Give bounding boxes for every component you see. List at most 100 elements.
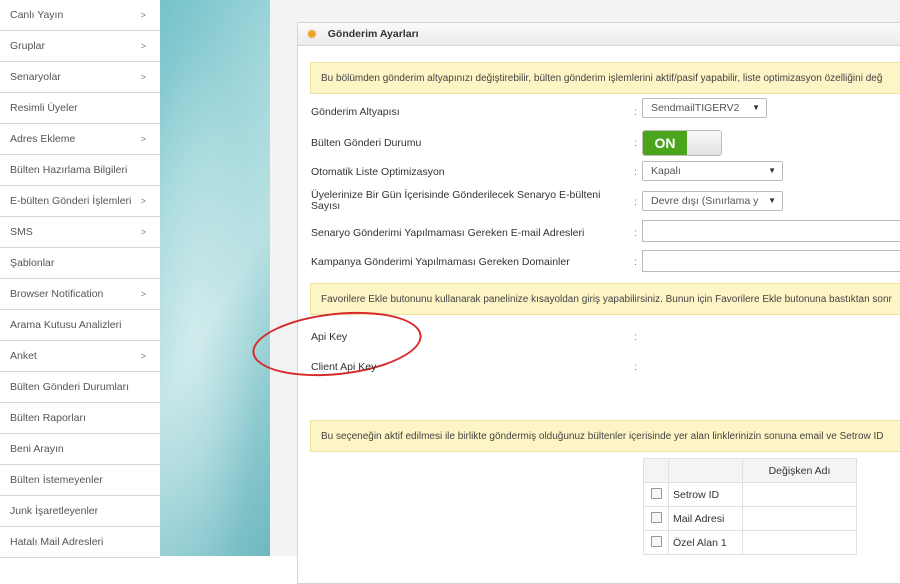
sidebar-item[interactable]: E-bülten Gönderi İşlemleri > (0, 186, 160, 217)
info-note-sending: Bu bölümden gönderim altyapınızı değişti… (310, 62, 900, 94)
senaryo-select[interactable]: Devre dışı (Sınırlama y ▼ (642, 191, 783, 211)
row-label: Mail Adresi (668, 506, 743, 531)
row-checkbox[interactable] (643, 482, 669, 507)
altyapi-label: Gönderim Altyapısı (311, 106, 400, 118)
client-api-key-label: Client Api Key (311, 361, 377, 373)
chevron-right-icon: > (140, 134, 146, 144)
sidebar-item[interactable]: Arama Kutusu Analizleri (0, 310, 160, 341)
table-header-cell (668, 458, 743, 483)
checkbox-icon[interactable] (650, 511, 662, 523)
sidebar-item[interactable]: Bülten Gönderi Durumları (0, 372, 160, 403)
sidebar-item-label: Arama Kutusu Analizleri (10, 319, 122, 331)
row-value (742, 530, 857, 555)
sidebar-item[interactable]: SMS > (0, 217, 160, 248)
sidebar-item-label: Canlı Yayın (10, 9, 64, 21)
table-row: Özel Alan 1 (643, 530, 857, 555)
sidebar-item-label: Bülten İstemeyenler (10, 474, 103, 486)
sidebar-item-label: Adres Ekleme (10, 133, 76, 145)
sidebar-item-label: SMS (10, 226, 33, 238)
sidebar-item[interactable]: Adres Ekleme > (0, 124, 160, 155)
colon: : (634, 137, 637, 149)
sidebar-item[interactable]: Bülten Raporları (0, 403, 160, 434)
sidebar-item-label: Junk İşaretleyenler (10, 505, 99, 517)
variables-table: Değişken Adı Setrow ID Mail Adresi Özel … (643, 458, 857, 555)
sidebar-item-label: Beni Arayın (10, 443, 64, 455)
row-label: Özel Alan 1 (668, 530, 743, 555)
sidebar-item-label: Resimli Üyeler (10, 102, 78, 114)
checkbox-icon[interactable] (650, 487, 662, 499)
sidebar-item[interactable]: Bülten Hazırlama Bilgileri (0, 155, 160, 186)
table-row: Mail Adresi (643, 506, 857, 531)
sidebar-item-label: Senaryolar (10, 71, 61, 83)
chevron-down-icon: ▼ (768, 196, 776, 205)
table-header-cell (643, 458, 669, 483)
optimizasyon-label: Otomatik Liste Optimizasyon (311, 166, 445, 178)
chevron-right-icon: > (140, 196, 146, 206)
colon: : (634, 196, 637, 208)
senaryo-label: Üyelerinize Bir Gün İçerisinde Gönderile… (311, 189, 601, 212)
info-note-link-tracking: Bu seçeneğin aktif edilmesi ile birlikte… (310, 420, 900, 452)
row-value (742, 506, 857, 531)
sidebar-item[interactable]: Junk İşaretleyenler (0, 496, 160, 527)
sidebar-item[interactable]: Canlı Yayın > (0, 0, 160, 31)
colon: : (634, 361, 637, 373)
sidebar-item[interactable]: Hatalı Mail Adresleri (0, 527, 160, 558)
chevron-down-icon: ▼ (752, 103, 760, 112)
chevron-right-icon: > (140, 289, 146, 299)
sidebar-item-label: Hatalı Mail Adresleri (10, 536, 104, 548)
chevron-right-icon: > (140, 72, 146, 82)
checkbox-icon[interactable] (650, 535, 662, 547)
optimizasyon-select[interactable]: Kapalı ▼ (642, 161, 783, 181)
sidebar-item-label: Bülten Hazırlama Bilgileri (10, 164, 128, 176)
sidebar-item-label: Browser Notification (10, 288, 104, 300)
altyapi-select[interactable]: SendmailTIGERV2 ▼ (642, 98, 767, 118)
sidebar-item-label: Şablonlar (10, 257, 55, 269)
toggle-knob (687, 131, 721, 155)
sidebar-item-label: Gruplar (10, 40, 46, 52)
toggle-on-label: ON (643, 131, 687, 155)
colon: : (634, 166, 637, 178)
kampanya-label: Kampanya Gönderimi Yapılmaması Gereken D… (311, 256, 570, 268)
senaryo-email-label: Senaryo Gönderimi Yapılmaması Gereken E-… (311, 227, 585, 239)
optimizasyon-select-value: Kapalı (651, 165, 681, 177)
panel-title: Gönderim Ayarları (327, 28, 419, 40)
sidebar-item[interactable]: Senaryolar > (0, 62, 160, 93)
table-header-row: Değişken Adı (643, 458, 857, 483)
row-checkbox[interactable] (643, 530, 669, 555)
table-row: Setrow ID (643, 482, 857, 507)
row-label: Setrow ID (668, 482, 743, 507)
sidebar-item[interactable]: Beni Arayın (0, 434, 160, 465)
gear-icon: ✹ (306, 25, 318, 42)
senaryo-email-input[interactable] (642, 220, 900, 242)
sidebar-item-label: Anket (10, 350, 37, 362)
sidebar-item-label: Bülten Gönderi Durumları (10, 381, 130, 393)
row-value (742, 482, 857, 507)
row-checkbox[interactable] (643, 506, 669, 531)
panel-header: ✹ Gönderim Ayarları (298, 23, 900, 46)
sidebar-item[interactable]: Browser Notification > (0, 279, 160, 310)
chevron-right-icon: > (140, 10, 146, 20)
sidebar-item[interactable]: Anket > (0, 341, 160, 372)
decorative-background (160, 0, 270, 556)
colon: : (634, 106, 637, 118)
durum-label: Bülten Gönderi Durumu (311, 137, 422, 149)
colon: : (634, 227, 637, 239)
colon: : (634, 256, 637, 268)
chevron-right-icon: > (140, 41, 146, 51)
sidebar-item[interactable]: Resimli Üyeler (0, 93, 160, 124)
chevron-right-icon: > (140, 227, 146, 237)
sidebar-item-label: E-bülten Gönderi İşlemleri (10, 195, 132, 207)
chevron-down-icon: ▼ (768, 166, 776, 175)
kampanya-domain-input[interactable] (642, 250, 900, 272)
info-note-favorites: Favorilere Ekle butonunu kullanarak pane… (310, 283, 900, 315)
sidebar-item[interactable]: Şablonlar (0, 248, 160, 279)
sidebar-item[interactable]: Bülten İstemeyenler (0, 465, 160, 496)
senaryo-select-value: Devre dışı (Sınırlama y (651, 195, 759, 207)
chevron-right-icon: > (140, 351, 146, 361)
sidebar-item-label: Bülten Raporları (10, 412, 86, 424)
table-header-variable-name: Değişken Adı (742, 458, 857, 483)
colon: : (634, 331, 637, 343)
sidebar-item[interactable]: Gruplar > (0, 31, 160, 62)
durum-toggle[interactable]: ON (642, 130, 722, 156)
sidebar: Canlı Yayın > Gruplar > Senaryolar > Resimli Ü… (0, 0, 161, 558)
